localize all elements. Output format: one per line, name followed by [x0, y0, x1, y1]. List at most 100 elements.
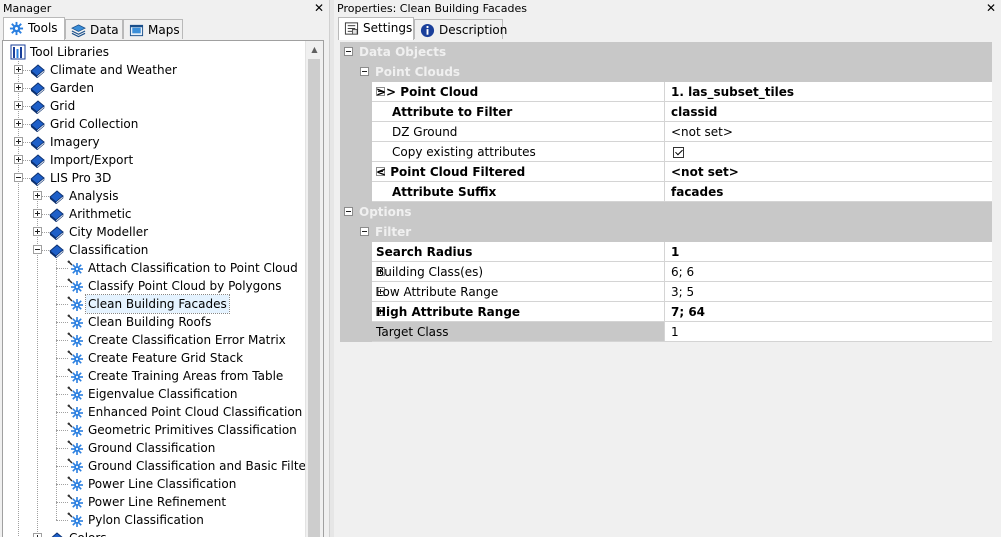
property-row[interactable]: >> Point Cloud 1. las_subset_tiles	[340, 82, 992, 102]
tool-item[interactable]: Clean Building Roofs	[3, 313, 305, 331]
property-value-cell[interactable]: 1	[664, 322, 992, 342]
property-category[interactable]: Point Clouds	[340, 62, 992, 82]
scroll-up-arrow-icon[interactable]: ▲	[306, 41, 323, 58]
property-value-cell[interactable]: <not set>	[664, 122, 992, 142]
grid-gutter	[356, 262, 372, 282]
tool-item[interactable]: Geometric Primitives Classification	[3, 421, 305, 439]
library-item[interactable]: LIS Pro 3D	[3, 169, 305, 187]
library-book-icon	[48, 530, 64, 537]
property-category[interactable]: Filter	[340, 222, 992, 242]
tool-gear-icon	[67, 278, 83, 294]
tab-data[interactable]: Data	[65, 19, 123, 39]
properties-close-icon[interactable]: ✕	[984, 0, 998, 17]
library-item[interactable]: Analysis	[3, 187, 305, 205]
property-category[interactable]: Options	[340, 202, 992, 222]
expand-icon[interactable]	[14, 83, 23, 92]
expand-icon[interactable]	[33, 227, 42, 236]
tree-root[interactable]: Tool Libraries	[3, 43, 305, 61]
property-label: Copy existing attributes	[392, 145, 536, 159]
library-item[interactable]: Grid Collection	[3, 115, 305, 133]
expand-icon[interactable]	[14, 137, 23, 146]
property-row[interactable]: DZ Ground <not set>	[340, 122, 992, 142]
library-item[interactable]: Garden	[3, 79, 305, 97]
property-row[interactable]: High Attribute Range 7; 64	[340, 302, 992, 322]
property-value: classid	[671, 105, 718, 119]
property-row[interactable]: Building Class(es) 6; 6	[340, 262, 992, 282]
tool-item[interactable]: Pylon Classification	[3, 511, 305, 529]
library-item[interactable]: Classification	[3, 241, 305, 259]
property-grid-scrollbar[interactable]	[995, 42, 1001, 537]
expand-icon[interactable]	[14, 155, 23, 164]
tool-item[interactable]: Create Classification Error Matrix	[3, 331, 305, 349]
expand-icon[interactable]	[33, 209, 42, 218]
collapse-icon[interactable]	[344, 47, 353, 56]
property-row[interactable]: Low Attribute Range 3; 5	[340, 282, 992, 302]
tool-item[interactable]: Ground Classification and Basic Filterin…	[3, 457, 323, 475]
tool-item[interactable]: Power Line Classification	[3, 475, 305, 493]
property-value-cell[interactable]: 1	[664, 242, 992, 262]
tool-gear-icon	[67, 368, 83, 384]
property-label: Target Class	[376, 325, 449, 339]
tab-settings[interactable]: Settings	[338, 17, 414, 40]
library-item[interactable]: Climate and Weather	[3, 61, 305, 79]
collapse-icon[interactable]	[360, 227, 369, 236]
property-row[interactable]: Search Radius 1	[340, 242, 992, 262]
property-value: 3; 5	[671, 285, 695, 299]
tree-root-label: Tool Libraries	[30, 45, 109, 59]
library-item[interactable]: Import/Export	[3, 151, 305, 169]
tool-item[interactable]: Clean Building Facades	[3, 294, 305, 314]
property-value-cell[interactable]: 1. las_subset_tiles	[664, 82, 992, 102]
library-item[interactable]: Grid	[3, 97, 305, 115]
tree-scrollbar[interactable]: ▲	[305, 41, 323, 537]
library-item[interactable]: Imagery	[3, 133, 305, 151]
property-row[interactable]: Attribute Suffix facades	[340, 182, 992, 202]
tool-item[interactable]: Classify Point Cloud by Polygons	[3, 277, 305, 295]
tab-maps[interactable]: Maps	[123, 19, 183, 39]
tool-item[interactable]: Ground Classification	[3, 439, 305, 457]
expand-icon[interactable]	[14, 119, 23, 128]
scroll-thumb[interactable]	[308, 59, 320, 537]
tree-item-label: Power Line Classification	[88, 477, 237, 491]
property-row[interactable]: Target Class 1	[340, 322, 992, 342]
library-item[interactable]: Colors	[3, 529, 305, 537]
tool-item[interactable]: Power Line Refinement	[3, 493, 305, 511]
collapse-icon[interactable]	[14, 173, 23, 182]
info-icon	[420, 23, 435, 38]
library-item[interactable]: Arithmetic	[3, 205, 305, 223]
property-value-cell[interactable]: 7; 64	[664, 302, 992, 322]
expand-icon[interactable]	[14, 65, 23, 74]
tool-item[interactable]: Attach Classification to Point Cloud	[3, 259, 305, 277]
copy-attributes-checkbox[interactable]	[673, 147, 684, 158]
tree-item-label: LIS Pro 3D	[50, 171, 112, 185]
collapse-icon[interactable]	[344, 207, 353, 216]
expand-icon[interactable]	[33, 191, 42, 200]
property-value-cell[interactable]: 3; 5	[664, 282, 992, 302]
expand-icon[interactable]	[33, 533, 42, 537]
tab-tools[interactable]: Tools	[3, 17, 65, 40]
collapse-icon[interactable]	[33, 245, 42, 254]
collapse-icon[interactable]	[360, 67, 369, 76]
property-category[interactable]: Data Objects	[340, 42, 992, 62]
tool-item[interactable]: Create Feature Grid Stack	[3, 349, 305, 367]
grid-gutter	[356, 122, 372, 142]
property-value-cell[interactable]: <not set>	[664, 162, 992, 182]
manager-close-icon[interactable]: ✕	[312, 0, 326, 17]
property-value: 1. las_subset_tiles	[671, 85, 794, 99]
tool-item[interactable]: Enhanced Point Cloud Classification	[3, 403, 305, 421]
property-value-cell[interactable]: facades	[664, 182, 992, 202]
tab-description[interactable]: Description	[414, 19, 507, 39]
expand-icon[interactable]	[14, 101, 23, 110]
tool-item[interactable]: Create Training Areas from Table	[3, 367, 305, 385]
library-item[interactable]: City Modeller	[3, 223, 305, 241]
property-row[interactable]: < Point Cloud Filtered <not set>	[340, 162, 992, 182]
property-value-cell[interactable]: 6; 6	[664, 262, 992, 282]
property-row[interactable]: Attribute to Filter classid	[340, 102, 992, 122]
property-row[interactable]: Copy existing attributes	[340, 142, 992, 162]
layers-icon	[71, 24, 86, 38]
library-book-icon	[48, 224, 64, 241]
tool-gear-icon	[67, 512, 83, 528]
properties-tabs: Settings Description	[334, 17, 1001, 40]
tool-item[interactable]: Eigenvalue Classification	[3, 385, 305, 403]
property-value-cell[interactable]	[664, 142, 992, 162]
property-value-cell[interactable]: classid	[664, 102, 992, 122]
